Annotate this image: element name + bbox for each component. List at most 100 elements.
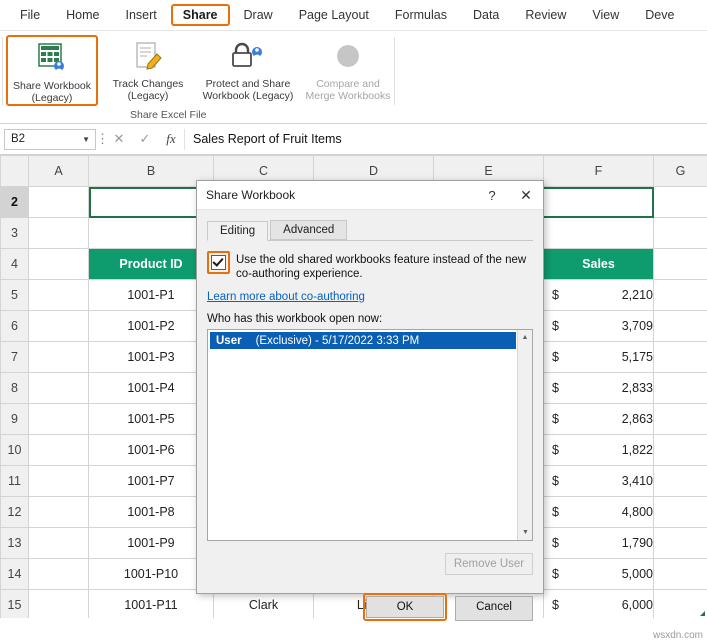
- share-workbook-legacy-button[interactable]: Share Workbook (Legacy): [6, 35, 98, 106]
- cell-f13[interactable]: $1,790: [543, 527, 654, 559]
- cell-a15[interactable]: [28, 589, 89, 618]
- learn-more-co-authoring-link[interactable]: Learn more about co-authoring: [207, 291, 365, 303]
- row-header-8[interactable]: 8: [0, 372, 29, 404]
- ribbon-tab-developer[interactable]: Deve: [633, 4, 686, 26]
- cell-f11[interactable]: $3,410: [543, 465, 654, 497]
- ribbon-tab-formulas[interactable]: Formulas: [383, 4, 459, 26]
- cell-a3[interactable]: [28, 217, 89, 249]
- cell-b4-product-id[interactable]: Product ID: [88, 248, 214, 280]
- row-header-10[interactable]: 10: [0, 434, 29, 466]
- cell-f9[interactable]: $2,863: [543, 403, 654, 435]
- cell-a5[interactable]: [28, 279, 89, 311]
- insert-function-icon[interactable]: fx: [158, 131, 184, 147]
- column-header-f[interactable]: F: [543, 155, 654, 187]
- cell-f4-sales[interactable]: Sales: [543, 248, 654, 280]
- cell-g6[interactable]: [653, 310, 707, 342]
- cell-b13[interactable]: 1001-P9: [88, 527, 214, 559]
- row-header-13[interactable]: 13: [0, 527, 29, 559]
- cell-a4[interactable]: [28, 248, 89, 280]
- row-header-15[interactable]: 15: [0, 589, 29, 618]
- row-header-3[interactable]: 3: [0, 217, 29, 249]
- cell-g3[interactable]: [653, 217, 707, 249]
- ribbon-tab-review[interactable]: Review: [513, 4, 578, 26]
- cell-g13[interactable]: [653, 527, 707, 559]
- tab-advanced[interactable]: Advanced: [270, 220, 348, 240]
- remove-user-button[interactable]: Remove User: [445, 553, 533, 575]
- row-header-7[interactable]: 7: [0, 341, 29, 373]
- cell-a6[interactable]: [28, 310, 89, 342]
- cell-f10[interactable]: $1,822: [543, 434, 654, 466]
- protect-and-share-workbook-button[interactable]: Protect and Share Workbook (Legacy): [198, 35, 298, 102]
- row-header-4[interactable]: 4: [0, 248, 29, 280]
- cancel-button[interactable]: Cancel: [455, 596, 533, 621]
- cell-f5[interactable]: $2,210: [543, 279, 654, 311]
- row-header-11[interactable]: 11: [0, 465, 29, 497]
- cancel-formula-icon[interactable]: ✕: [106, 131, 132, 147]
- scroll-down-icon[interactable]: ▼: [518, 525, 533, 540]
- old-shared-workbooks-option[interactable]: Use the old shared workbooks feature ins…: [207, 251, 533, 281]
- cell-a2[interactable]: [28, 186, 89, 218]
- user-list[interactable]: User (Exclusive) - 5/17/2022 3:33 PM ▲ ▼: [207, 329, 533, 541]
- cell-a7[interactable]: [28, 341, 89, 373]
- cell-g12[interactable]: [653, 496, 707, 528]
- compare-and-merge-workbooks-button[interactable]: Compare and Merge Workbooks: [298, 35, 398, 102]
- formula-input[interactable]: Sales Report of Fruit Items: [184, 128, 703, 150]
- track-changes-legacy-button[interactable]: Track Changes (Legacy): [98, 35, 198, 102]
- cell-b5[interactable]: 1001-P1: [88, 279, 214, 311]
- cell-b14[interactable]: 1001-P10: [88, 558, 214, 590]
- row-header-14[interactable]: 14: [0, 558, 29, 590]
- cell-b12[interactable]: 1001-P8: [88, 496, 214, 528]
- chevron-down-icon[interactable]: ▼: [82, 135, 90, 144]
- cell-g15[interactable]: [653, 589, 707, 618]
- column-header-b[interactable]: B: [88, 155, 214, 187]
- cell-a14[interactable]: [28, 558, 89, 590]
- ribbon-tab-file[interactable]: File: [8, 4, 52, 26]
- row-header-5[interactable]: 5: [0, 279, 29, 311]
- cell-a8[interactable]: [28, 372, 89, 404]
- ribbon-tab-draw[interactable]: Draw: [232, 4, 285, 26]
- ok-button[interactable]: OK: [366, 596, 444, 618]
- ribbon-tab-share[interactable]: Share: [170, 4, 230, 26]
- ribbon-tab-insert[interactable]: Insert: [114, 4, 169, 26]
- row-header-6[interactable]: 6: [0, 310, 29, 342]
- row-header-9[interactable]: 9: [0, 403, 29, 435]
- cell-g4[interactable]: [653, 248, 707, 280]
- cell-b6[interactable]: 1001-P2: [88, 310, 214, 342]
- cell-g11[interactable]: [653, 465, 707, 497]
- cell-g5[interactable]: [653, 279, 707, 311]
- cell-a13[interactable]: [28, 527, 89, 559]
- cell-g9[interactable]: [653, 403, 707, 435]
- cell-b9[interactable]: 1001-P5: [88, 403, 214, 435]
- list-item[interactable]: User (Exclusive) - 5/17/2022 3:33 PM: [210, 332, 516, 349]
- cell-a11[interactable]: [28, 465, 89, 497]
- ribbon-tab-view[interactable]: View: [580, 4, 631, 26]
- cell-f8[interactable]: $2,833: [543, 372, 654, 404]
- tab-editing[interactable]: Editing: [207, 221, 269, 241]
- help-icon[interactable]: ?: [475, 182, 509, 209]
- cell-b8[interactable]: 1001-P4: [88, 372, 214, 404]
- ribbon-tab-data[interactable]: Data: [461, 4, 511, 26]
- cell-g8[interactable]: [653, 372, 707, 404]
- name-box[interactable]: B2 ▼: [4, 128, 96, 150]
- cell-g10[interactable]: [653, 434, 707, 466]
- cell-f15[interactable]: $6,000: [543, 589, 654, 618]
- column-header-a[interactable]: A: [28, 155, 89, 187]
- cell-b15[interactable]: 1001-P11: [88, 589, 214, 618]
- select-all-corner[interactable]: [0, 155, 29, 187]
- cell-a12[interactable]: [28, 496, 89, 528]
- cell-b10[interactable]: 1001-P6: [88, 434, 214, 466]
- user-list-scrollbar[interactable]: ▲ ▼: [517, 330, 532, 540]
- ribbon-tab-home[interactable]: Home: [54, 4, 111, 26]
- cell-b7[interactable]: 1001-P3: [88, 341, 214, 373]
- cell-f7[interactable]: $5,175: [543, 341, 654, 373]
- cell-b11[interactable]: 1001-P7: [88, 465, 214, 497]
- cell-f6[interactable]: $3,709: [543, 310, 654, 342]
- close-icon[interactable]: ✕: [509, 182, 543, 209]
- cell-g14[interactable]: [653, 558, 707, 590]
- cell-g2[interactable]: [653, 186, 707, 218]
- row-header-12[interactable]: 12: [0, 496, 29, 528]
- cell-f12[interactable]: $4,800: [543, 496, 654, 528]
- old-shared-workbooks-checkbox[interactable]: [211, 255, 226, 270]
- enter-formula-icon[interactable]: ✓: [132, 131, 158, 147]
- row-header-2[interactable]: 2: [0, 186, 29, 218]
